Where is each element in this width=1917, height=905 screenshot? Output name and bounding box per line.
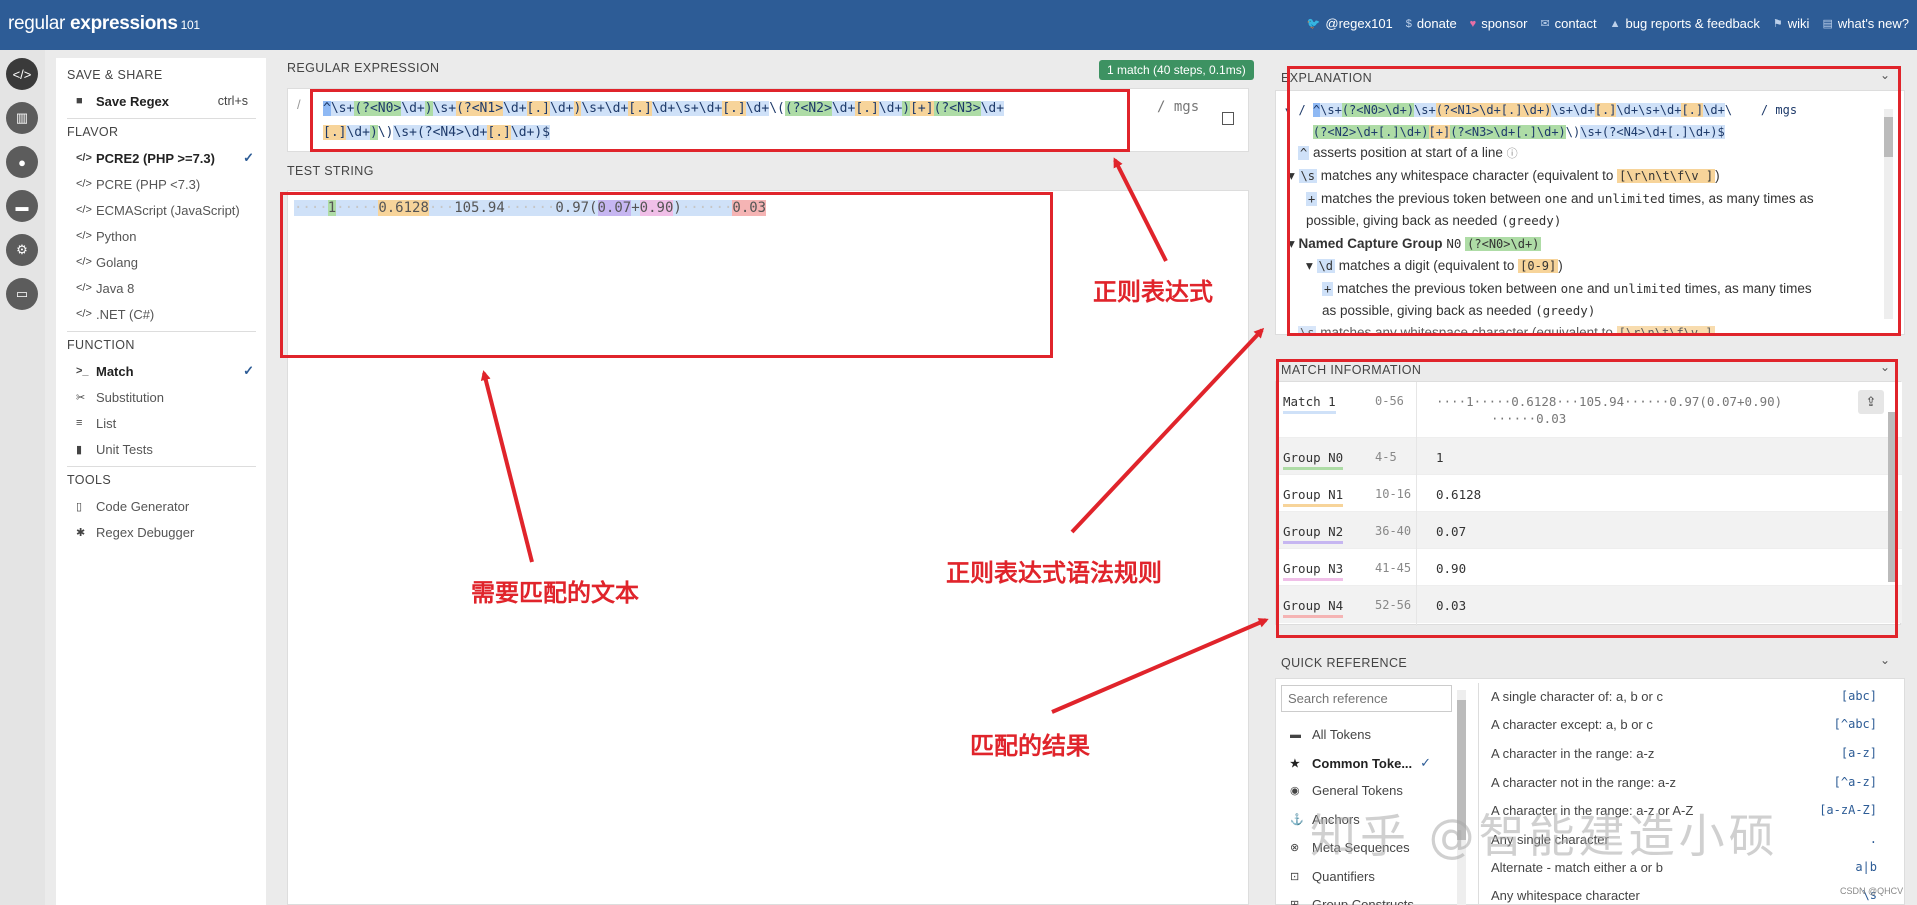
- watermark: 知乎 @智能建造小硕: [1310, 809, 1779, 863]
- arrow-to-explanation: [1070, 327, 1265, 534]
- arrow-to-match: [1051, 618, 1269, 714]
- credit-text: CSDN @QHCV: [1840, 886, 1904, 896]
- arrow-to-regex: [1113, 157, 1168, 262]
- arrow-to-text: [480, 370, 534, 563]
- annotation-arrows: [480, 157, 1269, 714]
